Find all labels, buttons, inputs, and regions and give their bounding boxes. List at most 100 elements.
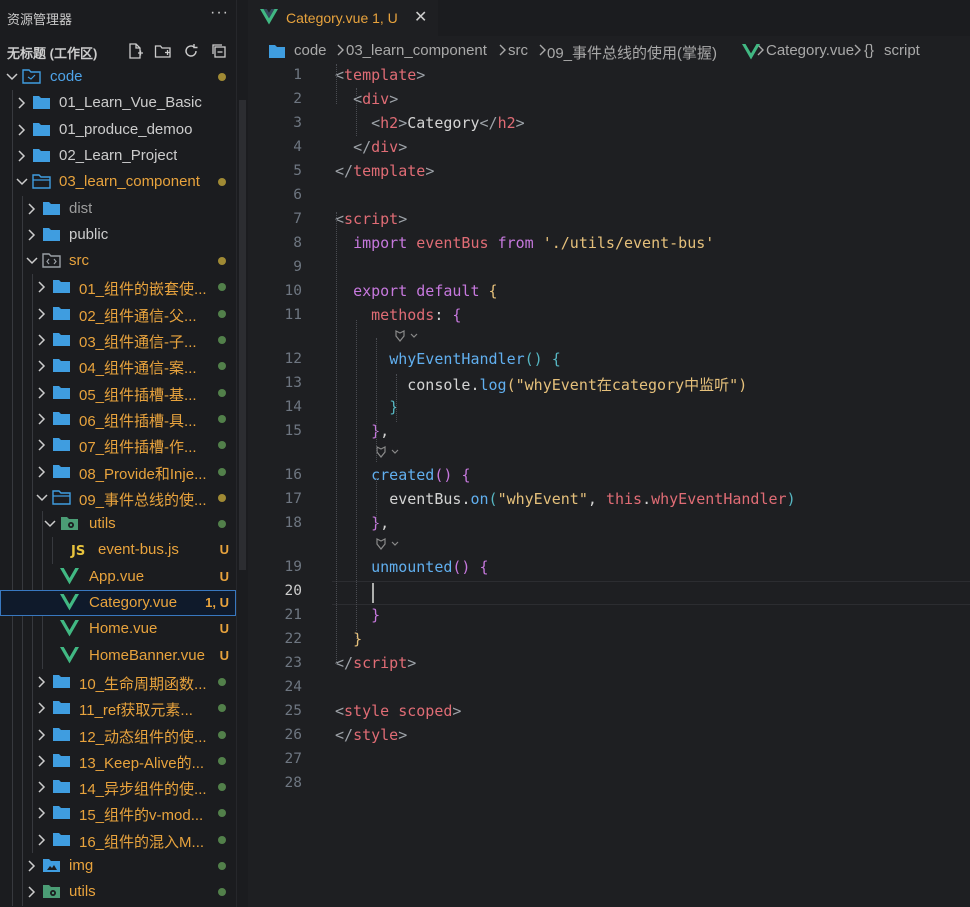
chevron-right-icon[interactable] bbox=[26, 201, 38, 217]
chevron-right-icon[interactable] bbox=[16, 95, 28, 111]
chevron-right-icon[interactable] bbox=[36, 779, 48, 795]
chevron-down-icon[interactable] bbox=[16, 174, 28, 190]
tree-item[interactable]: 12_动态组件的使... bbox=[0, 722, 236, 748]
tree-item[interactable]: src bbox=[0, 248, 236, 274]
sidebar-scrollbar[interactable] bbox=[236, 0, 248, 907]
chevron-right-icon[interactable] bbox=[36, 700, 48, 716]
tree-item[interactable]: 03_learn_component bbox=[0, 169, 236, 195]
tree-item[interactable]: 15_组件的v-mod... bbox=[0, 800, 236, 826]
tree-item[interactable]: utils bbox=[0, 879, 236, 905]
code-line[interactable]: import eventBus from './utils/event-bus' bbox=[335, 234, 714, 252]
tree-item[interactable]: 06_组件插槽-具... bbox=[0, 406, 236, 432]
code-token: style bbox=[344, 702, 390, 720]
breadcrumb-item[interactable]: src bbox=[508, 42, 528, 59]
tree-item[interactable]: 02_组件通信-父... bbox=[0, 301, 236, 327]
code-line[interactable]: } bbox=[335, 606, 380, 624]
chevron-right-icon[interactable] bbox=[16, 122, 28, 138]
tree-item[interactable]: utils bbox=[0, 511, 236, 537]
tree-item[interactable]: 05_组件插槽-基... bbox=[0, 380, 236, 406]
tree-item[interactable]: 13_Keep-Alive的... bbox=[0, 748, 236, 774]
code-line[interactable]: eventBus.on("whyEvent", this.whyEventHan… bbox=[335, 490, 795, 508]
chevron-right-icon[interactable] bbox=[36, 385, 48, 401]
code-line[interactable]: unmounted() { bbox=[335, 558, 488, 576]
code-line[interactable]: }, bbox=[335, 514, 389, 532]
codelens-icon[interactable] bbox=[373, 537, 403, 551]
code-line[interactable]: export default { bbox=[335, 282, 498, 300]
tree-item[interactable]: Home.vue U bbox=[0, 616, 236, 642]
chevron-down-icon[interactable] bbox=[26, 253, 38, 269]
code-line[interactable]: } bbox=[335, 630, 362, 648]
code-line[interactable]: }, bbox=[335, 422, 389, 440]
breadcrumb-item[interactable]: 03_learn_component bbox=[346, 42, 487, 59]
code-line[interactable]: <template> bbox=[335, 66, 425, 84]
tree-item[interactable]: 11_ref获取元素... bbox=[0, 695, 236, 721]
chevron-right-icon[interactable] bbox=[26, 227, 38, 243]
tree-item[interactable]: 01_组件的嵌套使... bbox=[0, 274, 236, 300]
collapse-all-icon[interactable] bbox=[208, 40, 230, 62]
more-actions-icon[interactable]: ··· bbox=[210, 4, 229, 22]
code-line[interactable]: whyEventHandler() { bbox=[335, 350, 561, 368]
tree-item[interactable]: code bbox=[0, 64, 236, 90]
chevron-right-icon[interactable] bbox=[36, 332, 48, 348]
tree-item[interactable]: Category.vue 1, U bbox=[0, 590, 236, 616]
tab-category-vue[interactable]: Category.vue 1, U ✕ bbox=[248, 0, 438, 36]
tree-item[interactable]: 01_produce_demoo bbox=[0, 117, 236, 143]
code-line[interactable]: <style scoped> bbox=[335, 702, 461, 720]
chevron-right-icon[interactable] bbox=[36, 805, 48, 821]
breadcrumb-item[interactable]: Category.vue bbox=[766, 42, 854, 59]
breadcrumb-item[interactable]: 09_事件总线的使用(掌握) bbox=[547, 42, 717, 63]
workspace-header[interactable]: 无标题 (工作区) bbox=[0, 38, 236, 64]
chevron-right-icon[interactable] bbox=[36, 832, 48, 848]
tree-item[interactable]: 09_事件总线的使... bbox=[0, 485, 236, 511]
code-line[interactable]: <h2>Category</h2> bbox=[335, 114, 525, 132]
tree-item[interactable]: HomeBanner.vue U bbox=[0, 643, 236, 669]
codelens-icon[interactable] bbox=[373, 445, 403, 459]
tree-item[interactable]: App.vue U bbox=[0, 564, 236, 590]
tree-item[interactable]: 14_异步组件的使... bbox=[0, 774, 236, 800]
tree-item[interactable]: 04_组件通信-案... bbox=[0, 353, 236, 379]
code-line[interactable]: <div> bbox=[335, 90, 398, 108]
tree-item[interactable]: 02_Learn_Project bbox=[0, 143, 236, 169]
tree-item[interactable]: 03_组件通信-子... bbox=[0, 327, 236, 353]
code-line[interactable]: </style> bbox=[335, 726, 407, 744]
chevron-right-icon[interactable] bbox=[36, 727, 48, 743]
breadcrumb-item[interactable]: script bbox=[884, 42, 920, 59]
chevron-right-icon[interactable] bbox=[36, 464, 48, 480]
code-line[interactable]: <script> bbox=[335, 210, 407, 228]
refresh-icon[interactable] bbox=[180, 40, 202, 62]
tree-item[interactable]: 01_Learn_Vue_Basic bbox=[0, 90, 236, 116]
close-icon[interactable]: ✕ bbox=[414, 7, 427, 27]
code-line[interactable]: methods: { bbox=[335, 306, 461, 324]
tree-item[interactable]: public bbox=[0, 222, 236, 248]
tree-item-label: 11_ref获取元素... bbox=[79, 702, 193, 720]
code-line[interactable]: } bbox=[335, 398, 398, 416]
chevron-right-icon[interactable] bbox=[26, 858, 38, 874]
chevron-right-icon[interactable] bbox=[36, 306, 48, 322]
chevron-right-icon[interactable] bbox=[16, 148, 28, 164]
chevron-right-icon[interactable] bbox=[36, 674, 48, 690]
tree-item[interactable]: JS event-bus.js U bbox=[0, 537, 236, 563]
code-line[interactable]: </script> bbox=[335, 654, 416, 672]
code-editor[interactable]: 1 <template> 2 <div> 3 <h2>Category</h2> 4 <… bbox=[248, 64, 970, 907]
new-file-icon[interactable] bbox=[124, 40, 146, 62]
chevron-right-icon[interactable] bbox=[36, 437, 48, 453]
chevron-right-icon[interactable] bbox=[26, 884, 38, 900]
tree-item[interactable]: 08_Provide和Inje... bbox=[0, 459, 236, 485]
tree-item[interactable]: 16_组件的混入M... bbox=[0, 827, 236, 853]
chevron-down-icon[interactable] bbox=[6, 69, 18, 85]
new-folder-icon[interactable] bbox=[152, 40, 174, 62]
chevron-right-icon[interactable] bbox=[36, 279, 48, 295]
chevron-down-icon[interactable] bbox=[44, 516, 56, 532]
chevron-right-icon[interactable] bbox=[36, 753, 48, 769]
codelens-icon[interactable] bbox=[392, 329, 422, 343]
breadcrumb-item[interactable]: code bbox=[294, 42, 327, 59]
tree-item[interactable]: 07_组件插槽-作... bbox=[0, 432, 236, 458]
chevron-down-icon[interactable] bbox=[36, 490, 48, 506]
tree-item[interactable]: dist bbox=[0, 196, 236, 222]
tree-item[interactable]: 10_生命周期函数... bbox=[0, 669, 236, 695]
code-line[interactable]: </div> bbox=[335, 138, 407, 156]
chevron-right-icon[interactable] bbox=[36, 358, 48, 374]
tree-item[interactable]: img bbox=[0, 853, 236, 879]
code-line[interactable]: </template> bbox=[335, 162, 434, 180]
chevron-right-icon[interactable] bbox=[36, 411, 48, 427]
